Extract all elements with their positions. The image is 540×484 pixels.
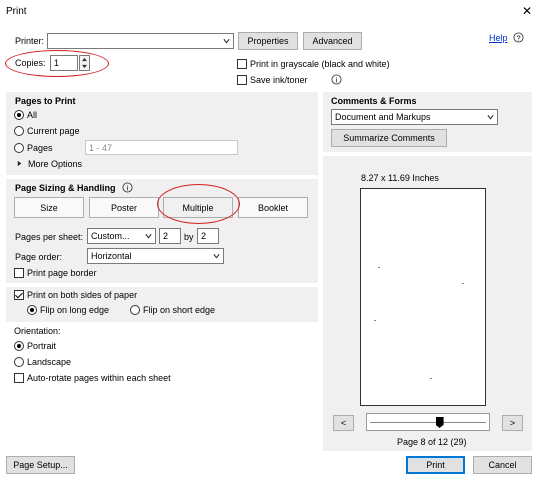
grayscale-label: Print in grayscale (black and white) (250, 59, 390, 69)
portrait-radio[interactable] (14, 341, 24, 351)
tab-poster[interactable]: Poster (89, 197, 159, 218)
preview-page (360, 188, 486, 406)
svg-text:i: i (127, 183, 129, 192)
page-border-label: Print page border (27, 268, 97, 278)
tab-booklet[interactable]: Booklet (238, 197, 308, 218)
long-edge-radio[interactable] (27, 305, 37, 315)
page-info-label: Page 8 of 12 (29) (397, 437, 467, 447)
close-icon[interactable]: ✕ (522, 4, 532, 18)
rows-input[interactable]: 2 (197, 228, 219, 244)
printer-select[interactable] (47, 33, 234, 49)
more-options-label[interactable]: More Options (28, 159, 82, 169)
auto-rotate-label: Auto-rotate pages within each sheet (27, 373, 171, 383)
page-setup-button[interactable]: Page Setup... (6, 456, 75, 474)
window-title: Print (6, 6, 27, 17)
chevron-right-icon[interactable] (16, 160, 23, 167)
svg-text:?: ? (516, 33, 520, 42)
slider-track (370, 422, 486, 423)
advanced-button[interactable]: Advanced (303, 32, 362, 50)
all-label: All (27, 110, 38, 120)
next-page-button[interactable]: > (502, 415, 523, 431)
preview-size-label: 8.27 x 11.69 Inches (361, 173, 439, 183)
both-sides-checkbox[interactable] (14, 290, 24, 300)
save-ink-label: Save ink/toner (250, 75, 308, 85)
chevron-down-icon (487, 114, 494, 120)
chevron-down-icon (145, 233, 152, 239)
annotation-circle-multiple (157, 184, 240, 224)
save-ink-checkbox[interactable] (237, 75, 247, 85)
chevron-down-icon (213, 253, 220, 259)
summarize-comments-button[interactable]: Summarize Comments (331, 129, 447, 147)
page-border-checkbox[interactable] (14, 268, 24, 278)
grayscale-checkbox[interactable] (237, 59, 247, 69)
page-order-label: Page order: (15, 252, 63, 262)
page-order-value: Horizontal (91, 251, 132, 261)
pages-per-sheet-select[interactable]: Custom... (87, 228, 156, 244)
both-sides-label: Print on both sides of paper (27, 290, 138, 300)
short-edge-radio[interactable] (130, 305, 140, 315)
short-edge-label: Flip on short edge (143, 305, 216, 315)
portrait-label: Portrait (27, 341, 57, 351)
pages-per-sheet-label: Pages per sheet: (15, 232, 84, 242)
auto-rotate-checkbox[interactable] (14, 373, 24, 383)
prev-page-button[interactable]: < (333, 415, 354, 431)
printer-label: Printer: (15, 36, 45, 46)
pages-radio[interactable] (14, 143, 24, 153)
print-button[interactable]: Print (406, 456, 465, 474)
help-link[interactable]: Help (489, 33, 508, 43)
tab-size[interactable]: Size (14, 197, 84, 218)
comments-select[interactable]: Document and Markups (331, 109, 498, 125)
pages-range-input[interactable]: 1 - 47 (85, 140, 238, 155)
svg-text:i: i (336, 75, 338, 84)
comments-value: Document and Markups (335, 112, 431, 122)
landscape-label: Landscape (27, 357, 72, 367)
info-icon[interactable]: i (122, 182, 133, 193)
current-page-radio[interactable] (14, 126, 24, 136)
chevron-down-icon (223, 38, 230, 44)
long-edge-label: Flip on long edge (40, 305, 110, 315)
info-icon[interactable]: i (331, 74, 342, 85)
page-slider[interactable] (366, 413, 490, 431)
pages-per-sheet-value: Custom... (91, 231, 130, 241)
by-label: by (184, 232, 194, 242)
orientation-title: Orientation: (14, 326, 61, 336)
annotation-circle-copies (5, 50, 109, 77)
page-order-select[interactable]: Horizontal (87, 248, 224, 264)
pages-label: Pages (27, 143, 53, 153)
slider-thumb[interactable] (435, 417, 444, 428)
page-sizing-title: Page Sizing & Handling (15, 183, 116, 193)
columns-input[interactable]: 2 (159, 228, 181, 244)
current-page-label: Current page (27, 126, 80, 136)
help-icon[interactable]: ? (513, 32, 524, 43)
properties-button[interactable]: Properties (238, 32, 298, 50)
comments-title: Comments & Forms (331, 96, 417, 106)
all-radio[interactable] (14, 110, 24, 120)
landscape-radio[interactable] (14, 357, 24, 367)
cancel-button[interactable]: Cancel (473, 456, 532, 474)
pages-to-print-title: Pages to Print (15, 96, 76, 106)
